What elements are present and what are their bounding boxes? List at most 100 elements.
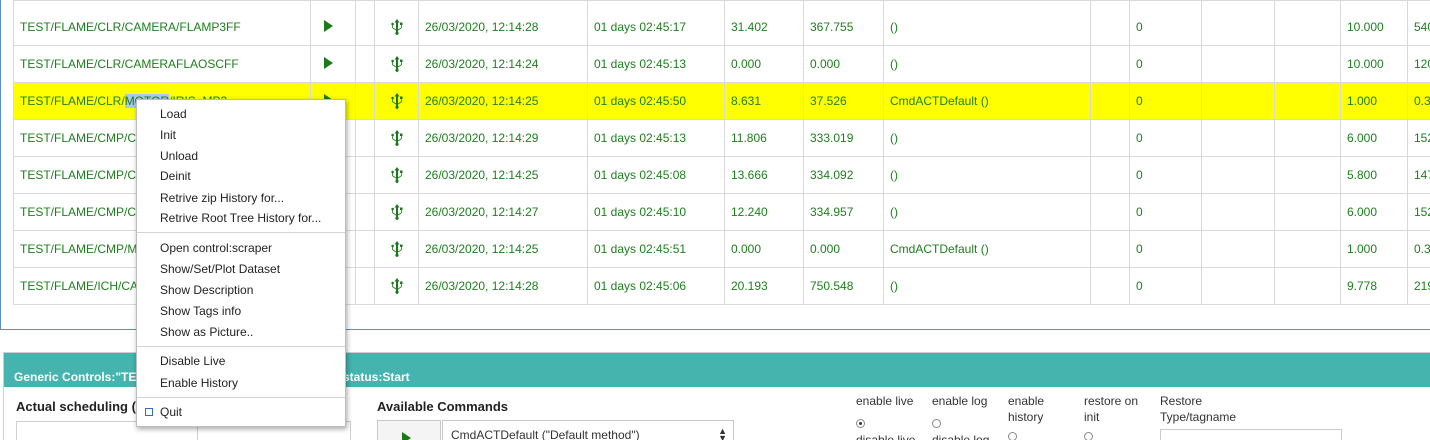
value-cell: 20.193 <box>724 267 804 305</box>
usb-cell[interactable] <box>374 45 419 83</box>
menu-item-load[interactable]: Load <box>160 107 187 121</box>
usb-cell[interactable] <box>374 230 419 268</box>
empty-cell <box>1274 119 1341 157</box>
command-cell: () <box>883 193 1091 231</box>
empty-cell <box>1201 193 1275 231</box>
empty-cell <box>1274 82 1341 120</box>
timestamp-cell: 26/03/2020, 12:14:24 <box>418 45 588 83</box>
menu-item-unload[interactable]: Unload <box>160 149 198 163</box>
controls-title: Generic Controls:"TE <box>14 370 137 384</box>
scheduling-label: Actual scheduling (u <box>16 399 144 414</box>
empty-cell <box>355 45 375 83</box>
usb-icon[interactable] <box>381 241 412 257</box>
empty-cell <box>1090 193 1130 231</box>
controls-status: status:Start <box>343 370 410 384</box>
context-menu: Load Init Unload Deinit Retrive zip Hist… <box>136 99 346 427</box>
empty-cell <box>1201 119 1275 157</box>
value-cell: 0.399 <box>1407 82 1430 120</box>
menu-separator <box>137 397 345 398</box>
empty-cell <box>1274 230 1341 268</box>
restore-on-init-label-2: init <box>1084 410 1100 424</box>
usb-icon[interactable] <box>381 278 412 294</box>
usb-icon[interactable] <box>381 19 412 35</box>
menu-item-quit[interactable]: Quit <box>160 405 182 419</box>
value-cell: 334.092 <box>803 156 884 194</box>
play-icon[interactable] <box>324 19 333 32</box>
play-icon <box>402 432 411 440</box>
device-name-cell[interactable]: TEST/FLAME/CLR/CAMERAFLAOSCFF <box>13 45 311 83</box>
empty-cell <box>355 82 375 120</box>
menu-item-root-history[interactable]: Retrive Root Tree History for... <box>160 211 321 225</box>
usb-cell[interactable] <box>374 0 419 46</box>
usb-cell[interactable] <box>374 267 419 305</box>
run-command-button[interactable] <box>377 420 441 440</box>
value-cell: 8.631 <box>724 82 804 120</box>
menu-item-description[interactable]: Show Description <box>160 283 253 297</box>
value-cell: 11.806 <box>724 119 804 157</box>
menu-item-tags[interactable]: Show Tags info <box>160 304 241 318</box>
timestamp-cell: 26/03/2020, 12:14:27 <box>418 193 588 231</box>
empty-cell <box>1090 267 1130 305</box>
empty-cell <box>1274 0 1341 46</box>
usb-icon[interactable] <box>381 93 412 109</box>
usb-icon[interactable] <box>381 56 412 72</box>
menu-item-dataset[interactable]: Show/Set/Plot Dataset <box>160 262 280 276</box>
usb-icon[interactable] <box>381 130 412 146</box>
timestamp-cell: 26/03/2020, 12:14:28 <box>418 0 588 46</box>
menu-item-zip-history[interactable]: Retrive zip History for... <box>160 191 284 205</box>
count-cell: 0 <box>1129 45 1202 83</box>
menu-separator <box>137 232 345 233</box>
command-select[interactable]: CmdACTDefault ("Default method") ▲ ▼ <box>442 420 734 440</box>
device-name-cell[interactable]: TEST/FLAME/CLR/CAMERA/FLAMP3FF <box>13 0 311 46</box>
enable-log-radio[interactable] <box>932 419 941 428</box>
empty-cell <box>1090 156 1130 194</box>
menu-item-deinit[interactable]: Deinit <box>160 169 191 183</box>
command-cell: () <box>883 119 1091 157</box>
uptime-cell: 01 days 02:45:51 <box>587 230 725 268</box>
usb-cell[interactable] <box>374 193 419 231</box>
command-cell: () <box>883 45 1091 83</box>
disable-log-label: disable log <box>932 433 990 440</box>
value-cell: 0.000 <box>724 230 804 268</box>
value-cell: 13.666 <box>724 156 804 194</box>
count-cell: 0 <box>1129 230 1202 268</box>
enable-log-label: enable log <box>932 394 988 408</box>
timestamp-cell: 26/03/2020, 12:14:25 <box>418 230 588 268</box>
empty-cell <box>1201 230 1275 268</box>
usb-icon[interactable] <box>381 204 412 220</box>
menu-item-init[interactable]: Init <box>160 128 176 142</box>
uptime-cell: 01 days 02:45:10 <box>587 193 725 231</box>
enable-live-label: enable live <box>856 394 914 408</box>
restore-tagname-input[interactable] <box>1160 429 1342 440</box>
table-row[interactable]: TEST/FLAME/CLR/CAMERA/FLAMP3FF 26/03/2020… <box>13 0 1430 46</box>
play-icon[interactable] <box>324 56 333 69</box>
usb-cell[interactable] <box>374 156 419 194</box>
value-cell: 152.420 <box>1407 193 1430 231</box>
usb-cell[interactable] <box>374 82 419 120</box>
timestamp-cell: 26/03/2020, 12:14:28 <box>418 267 588 305</box>
value-cell: 750.548 <box>803 267 884 305</box>
usb-icon[interactable] <box>381 167 412 183</box>
empty-cell <box>1274 193 1341 231</box>
play-cell[interactable] <box>310 45 356 83</box>
menu-item-enable-history[interactable]: Enable History <box>160 376 238 390</box>
timestamp-cell: 26/03/2020, 12:14:29 <box>418 119 588 157</box>
table-row[interactable]: TEST/FLAME/CLR/CAMERAFLAOSCFF 26/03/2020,… <box>13 45 1430 83</box>
enable-live-radio[interactable] <box>856 419 865 428</box>
uptime-cell: 01 days 02:45:50 <box>587 82 725 120</box>
uptime-cell: 01 days 02:45:06 <box>587 267 725 305</box>
log-option-group: enable log disable log <box>932 393 989 440</box>
enable-history-label: enable <box>1008 394 1045 408</box>
menu-item-open-control[interactable]: Open control:scraper <box>160 241 272 255</box>
quit-icon <box>145 408 153 416</box>
usb-cell[interactable] <box>374 119 419 157</box>
restore-on-init-radio[interactable] <box>1084 432 1093 440</box>
enable-history-radio[interactable] <box>1008 432 1017 440</box>
menu-item-disable-live[interactable]: Disable Live <box>160 354 225 368</box>
menu-item-picture[interactable]: Show as Picture.. <box>160 325 253 339</box>
play-cell[interactable] <box>310 0 356 46</box>
value-cell: 37.526 <box>803 82 884 120</box>
value-cell: 219.128 <box>1407 267 1430 305</box>
timestamp-cell: 26/03/2020, 12:14:25 <box>418 82 588 120</box>
restore-type-label: Restore <box>1160 394 1203 408</box>
